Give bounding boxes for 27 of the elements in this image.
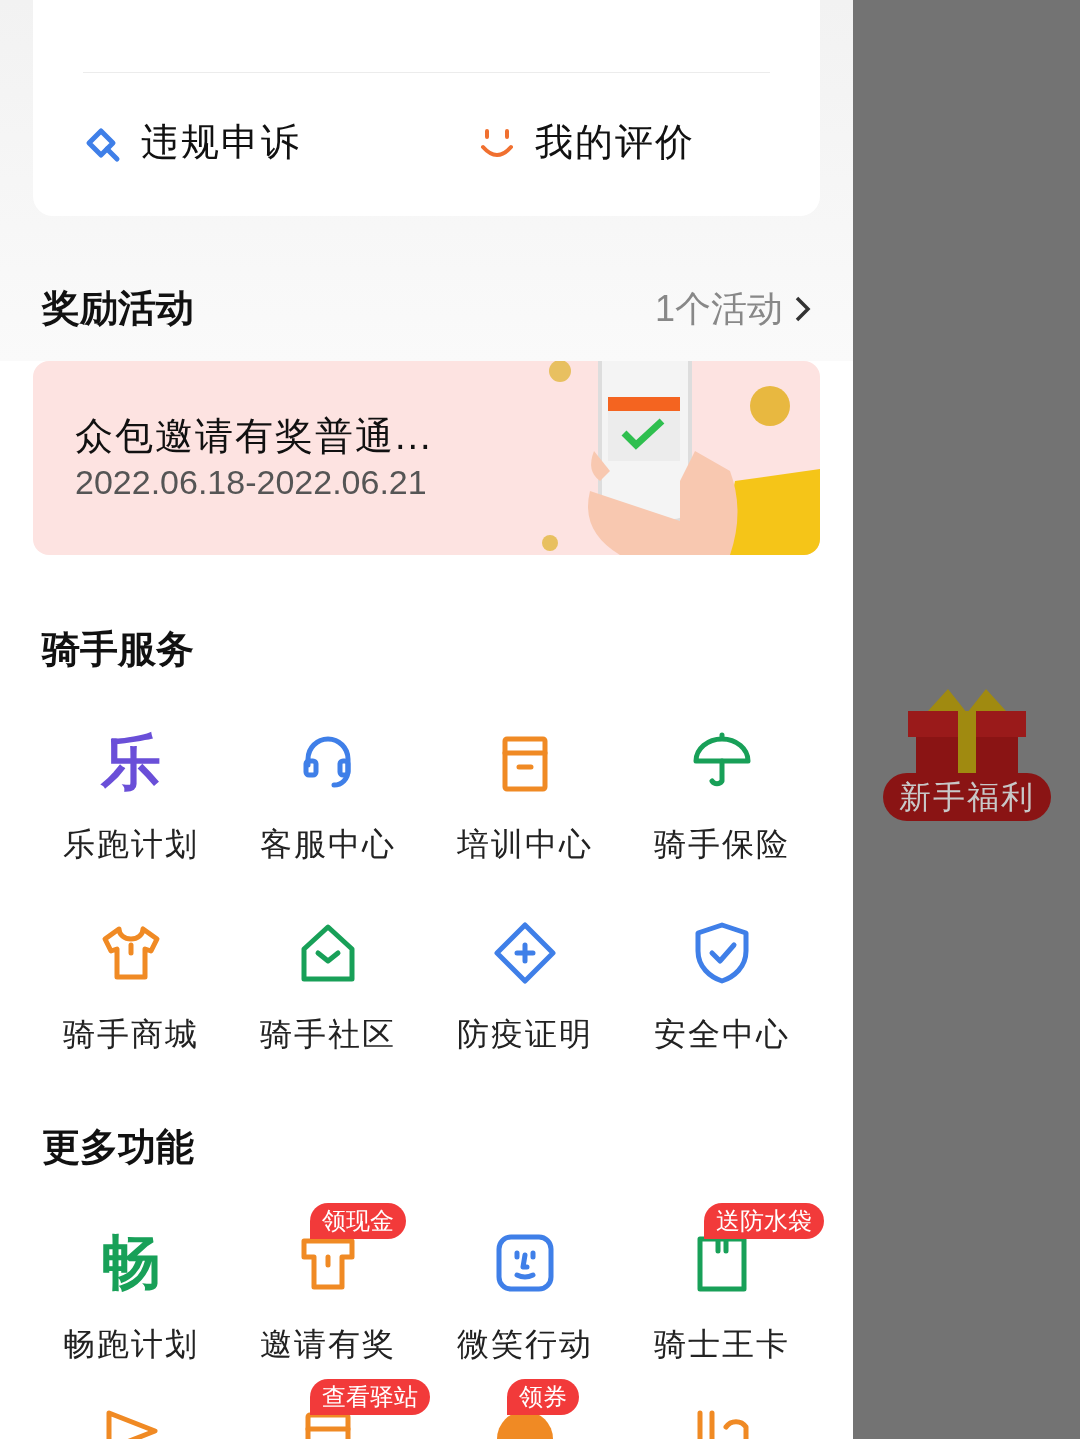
- activity-banner[interactable]: 众包邀请有奖普通... 2022.06.18-2022.06.21: [33, 361, 820, 555]
- service-item[interactable]: 骑手社区: [259, 1015, 396, 1053]
- promo-badge: 领券: [507, 1379, 580, 1415]
- service-item[interactable]: 培训中心: [457, 825, 594, 863]
- service-item[interactable]: 骑士王卡: [654, 1325, 791, 1363]
- service-item[interactable]: 骑手保险: [654, 825, 791, 863]
- service-item[interactable]: 乐跑计划: [62, 825, 199, 863]
- quick-link[interactable]: 我的评价: [426, 114, 820, 171]
- service-item[interactable]: 微笑行动: [457, 1325, 594, 1363]
- service-item[interactable]: 安全中心: [654, 1015, 791, 1053]
- section-title: 更多功能: [42, 1125, 195, 1170]
- banner-title: 众包邀请有奖普通...: [75, 414, 433, 459]
- service-item[interactable]: 骑手商城: [62, 1015, 199, 1053]
- promo-badge: 查看驿站: [309, 1379, 430, 1415]
- banner-dates: 2022.06.18-2022.06.21: [75, 462, 427, 503]
- service-item[interactable]: 邀请有奖: [259, 1325, 396, 1363]
- glyph-icon: 乐: [100, 731, 161, 795]
- service-item[interactable]: 客服中心: [259, 825, 396, 863]
- promo-badge: 送防水袋: [704, 1203, 825, 1239]
- promo-badge: 领现金: [309, 1203, 406, 1239]
- glyph-icon: 畅: [100, 1231, 161, 1295]
- service-item[interactable]: 畅跑计划: [62, 1325, 199, 1363]
- quick-link[interactable]: 违规申诉: [33, 114, 427, 171]
- section-title: 骑手服务: [42, 627, 195, 672]
- section-title: 奖励活动: [42, 286, 194, 331]
- service-item[interactable]: 防疫证明: [457, 1015, 594, 1053]
- newbie-benefits-button[interactable]: 新手福利: [882, 772, 1051, 821]
